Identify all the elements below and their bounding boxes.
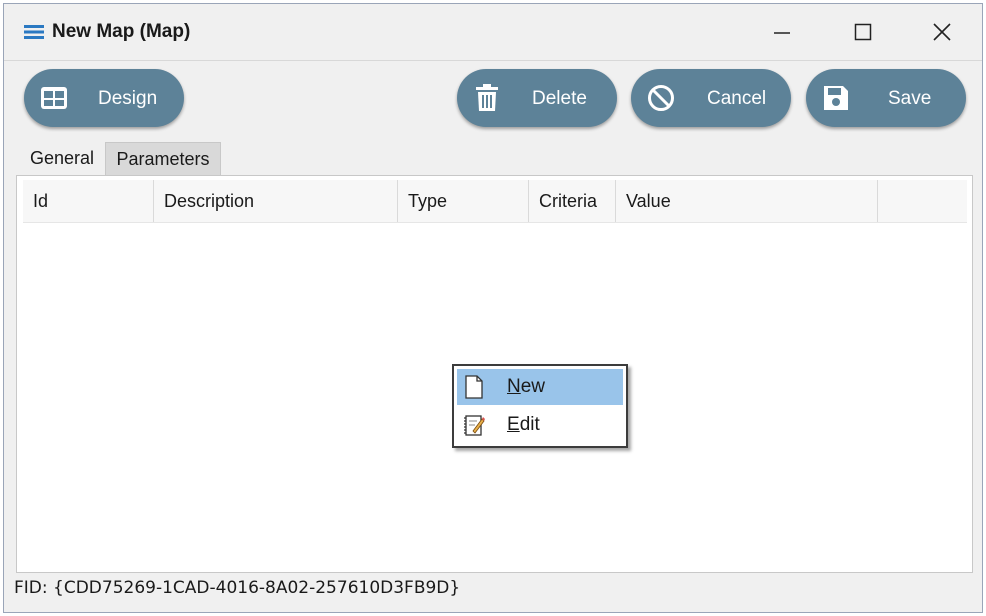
label-rest: ew: [520, 376, 546, 397]
window-title: New Map (Map): [52, 21, 191, 42]
cancel-button[interactable]: Cancel: [631, 69, 791, 127]
tab-general[interactable]: General: [19, 142, 105, 175]
mnemonic-e: E: [507, 414, 520, 435]
delete-button[interactable]: Delete: [457, 69, 617, 127]
floppy-disk-icon: [824, 86, 848, 110]
new-document-icon: [465, 375, 483, 399]
title-bar[interactable]: New Map (Map): [4, 4, 982, 61]
context-menu-item-edit[interactable]: Edit: [457, 407, 623, 443]
column-header-value[interactable]: Value: [616, 180, 878, 222]
context-menu-item-new[interactable]: New: [457, 369, 623, 405]
minimize-button[interactable]: [759, 14, 805, 50]
design-button[interactable]: Design: [24, 69, 184, 127]
save-button-label: Save: [888, 88, 932, 109]
column-header-id[interactable]: Id: [23, 180, 154, 222]
column-header-type[interactable]: Type: [398, 180, 529, 222]
grid-header: Id Description Type Criteria Value: [23, 180, 967, 223]
map-window: New Map (Map) Design Delete Cancel Save …: [3, 3, 983, 613]
context-menu: New Edit: [452, 364, 628, 448]
context-menu-item-new-label: New: [507, 376, 545, 398]
hamburger-menu-icon[interactable]: [24, 25, 44, 39]
mnemonic-n: N: [507, 376, 521, 397]
save-button[interactable]: Save: [806, 69, 966, 127]
close-icon: [933, 23, 951, 41]
delete-button-label: Delete: [532, 88, 587, 109]
close-button[interactable]: [919, 14, 965, 50]
column-header-description[interactable]: Description: [154, 180, 398, 222]
edit-notepad-icon: [464, 415, 485, 436]
table-grid-icon: [41, 87, 67, 109]
label-rest: dit: [519, 414, 540, 435]
fid-status-text: FID: {CDD75269-1CAD-4016-8A02-257610D3FB…: [14, 578, 461, 598]
maximize-button[interactable]: [840, 14, 886, 50]
ban-icon: [648, 85, 674, 111]
tab-parameters[interactable]: Parameters: [105, 142, 221, 175]
context-menu-item-edit-label: Edit: [507, 414, 540, 436]
minimize-icon: [774, 32, 790, 34]
maximize-icon: [854, 23, 872, 41]
cancel-button-label: Cancel: [707, 88, 767, 109]
design-button-label: Design: [98, 88, 158, 109]
column-header-criteria[interactable]: Criteria: [529, 180, 616, 222]
trash-icon: [476, 84, 498, 111]
